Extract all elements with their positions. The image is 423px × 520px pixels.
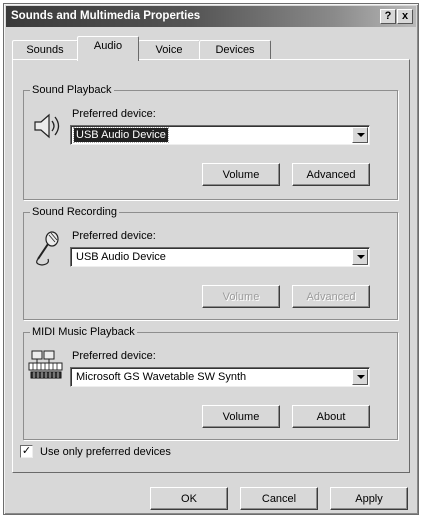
recording-volume-button[interactable]: Volume: [202, 285, 280, 308]
recording-device-value: USB Audio Device: [76, 251, 166, 263]
title-bar: Sounds and Multimedia Properties ? x: [6, 6, 416, 27]
playback-volume-button[interactable]: Volume: [202, 163, 280, 186]
preferred-only-label: Use only preferred devices: [40, 446, 171, 458]
playback-device-value: USB Audio Device: [73, 127, 169, 143]
midi-device-select[interactable]: Microsoft GS Wavetable SW Synth: [70, 367, 370, 387]
midi-device-label: Preferred device:: [72, 350, 156, 362]
midi-device-value: Microsoft GS Wavetable SW Synth: [76, 371, 247, 383]
midi-about-button[interactable]: About: [292, 405, 370, 428]
playback-device-label: Preferred device:: [72, 108, 156, 120]
chevron-down-icon[interactable]: [352, 369, 368, 385]
midi-playback-label: MIDI Music Playback: [30, 325, 137, 339]
playback-advanced-button[interactable]: Advanced: [292, 163, 370, 186]
sound-playback-group: Sound Playback Preferred device: USB Aud…: [23, 83, 398, 200]
chevron-down-icon[interactable]: [352, 249, 368, 265]
sound-playback-label: Sound Playback: [30, 83, 114, 97]
recording-device-label: Preferred device:: [72, 230, 156, 242]
tab-sounds[interactable]: Sounds: [12, 40, 78, 60]
help-button[interactable]: ?: [380, 9, 396, 24]
tab-audio[interactable]: Audio: [77, 36, 139, 61]
speaker-icon: [34, 113, 60, 139]
recording-device-select[interactable]: USB Audio Device: [70, 247, 370, 267]
midi-volume-button[interactable]: Volume: [202, 405, 280, 428]
close-button[interactable]: x: [397, 9, 413, 24]
recording-advanced-button[interactable]: Advanced: [292, 285, 370, 308]
window-title: Sounds and Multimedia Properties: [11, 10, 201, 22]
audio-tab-panel: Sound Playback Preferred device: USB Aud…: [12, 59, 410, 473]
chevron-down-icon[interactable]: [352, 127, 368, 143]
preferred-only-checkbox[interactable]: ✓: [20, 445, 33, 458]
properties-dialog: Sounds and Multimedia Properties ? x Sou…: [3, 3, 419, 515]
midi-keyboard-icon: [28, 350, 63, 379]
cancel-button[interactable]: Cancel: [240, 487, 318, 510]
midi-playback-group: MIDI Music Playback Preferred device: Mi…: [23, 325, 398, 440]
playback-device-select[interactable]: USB Audio Device: [70, 125, 370, 145]
ok-button[interactable]: OK: [150, 487, 228, 510]
apply-button[interactable]: Apply: [330, 487, 408, 510]
tab-devices[interactable]: Devices: [199, 40, 271, 60]
microphone-icon: [36, 231, 59, 266]
sound-recording-group: Sound Recording Preferred device: USB Au…: [23, 205, 398, 320]
tab-voice[interactable]: Voice: [138, 40, 200, 60]
sound-recording-label: Sound Recording: [30, 205, 120, 219]
